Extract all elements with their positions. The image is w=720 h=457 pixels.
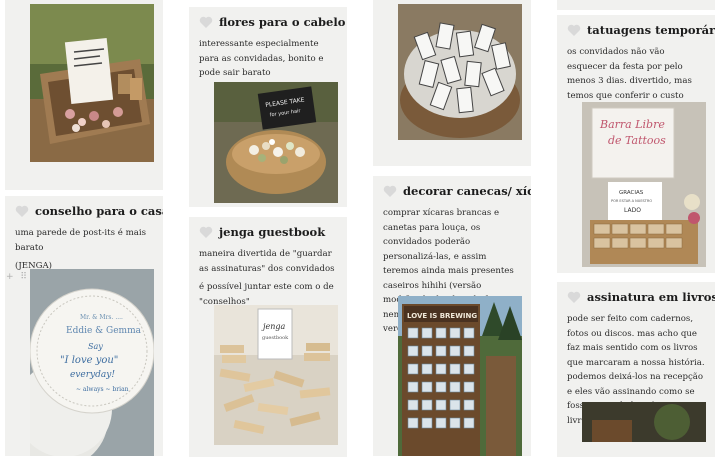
card-description: os convidados não vão esquecer da festa …: [567, 47, 692, 101]
card-description: interessante especialmente para as convi…: [199, 39, 324, 78]
card-header: conselho para o casal: [15, 204, 163, 218]
photo-mug-rack: LOVE IS BREWING: [398, 296, 522, 456]
card-conselho-casal[interactable]: conselho para o casal uma parede de post…: [5, 196, 163, 456]
photo-books: [582, 402, 706, 442]
card-title: flores para o cabelo: [219, 15, 346, 29]
heart-icon[interactable]: [567, 291, 581, 303]
photo-tattoo-bar: Barra Libre de Tattoos GRACIAS POR ESTAR…: [582, 102, 706, 267]
card-assinatura-livros[interactable]: assinatura em livros pode ser feito com …: [557, 282, 715, 457]
card-header: assinatura em livros: [567, 290, 715, 304]
photo-items-basket: [398, 4, 522, 140]
coaster-text: Say: [88, 342, 103, 351]
photo-jenga-blocks: jenga guestbook: [214, 305, 338, 445]
card-guestbook-photo[interactable]: [5, 0, 163, 190]
card-header: jenga guestbook: [199, 225, 337, 239]
card-title: conselho para o casal: [35, 204, 163, 218]
card-header: flores para o cabelo: [199, 15, 345, 29]
coaster-text: "I love you": [60, 355, 118, 366]
coaster-text: ~ always ~ brian: [76, 386, 129, 393]
heart-icon[interactable]: [383, 185, 397, 197]
card-title: jenga guestbook: [219, 225, 326, 239]
photo-coasters: Mr. & Mrs. .... Eddie & Gemma Say "I lov…: [30, 269, 154, 456]
heart-icon[interactable]: [199, 16, 213, 28]
sign-text: LOVE IS BREWING: [407, 312, 477, 320]
coaster-text: Eddie & Gemma: [66, 326, 142, 336]
photo-flower-basket: PLEASE TAKE for your hair: [214, 82, 338, 203]
card-decorar-canecas[interactable]: decorar canecas/ xícaras comprar xícaras…: [373, 176, 531, 456]
card-description: maneira divertida de "guardar as assinat…: [199, 249, 335, 274]
card-title: tatuagens temporárias: [587, 23, 715, 37]
card-photo-basket[interactable]: [373, 0, 531, 166]
coaster-text: Mr. & Mrs. ....: [80, 314, 123, 321]
sign-text: jenga: [261, 322, 285, 331]
heart-icon[interactable]: [15, 205, 29, 217]
card-header: tatuagens temporárias: [567, 23, 715, 37]
card-top-strip: [557, 0, 715, 10]
card-tatuagens-temporarias[interactable]: tatuagens temporárias os convidados não …: [557, 15, 715, 273]
card-flores-cabelo[interactable]: flores para o cabelo interessante especi…: [189, 7, 347, 207]
sign-text: GRACIAS: [619, 190, 644, 196]
block-controls[interactable]: + ⠿: [6, 272, 29, 282]
heart-icon[interactable]: [199, 226, 213, 238]
sign-text: guestbook: [262, 335, 289, 341]
heart-icon[interactable]: [567, 24, 581, 36]
sign-text: POR ESTAR A NUESTRO: [611, 199, 652, 203]
sign-text: de Tattoos: [608, 134, 666, 147]
card-header: decorar canecas/ xícaras: [383, 184, 531, 198]
card-description: uma parede de post-its é mais barato: [15, 228, 147, 253]
drag-handle-icon[interactable]: ⠿: [20, 272, 29, 282]
coaster-text: everyday!: [70, 370, 115, 380]
card-jenga-guestbook[interactable]: jenga guestbook maneira divertida de "gu…: [189, 217, 347, 457]
sign-text: Barra Libre: [599, 118, 665, 131]
add-icon[interactable]: +: [6, 272, 16, 282]
card-title: assinatura em livros: [587, 290, 715, 304]
card-title: decorar canecas/ xícaras: [403, 184, 531, 198]
photo-box-with-cards: [30, 4, 154, 162]
sign-text: LADO: [624, 207, 641, 214]
